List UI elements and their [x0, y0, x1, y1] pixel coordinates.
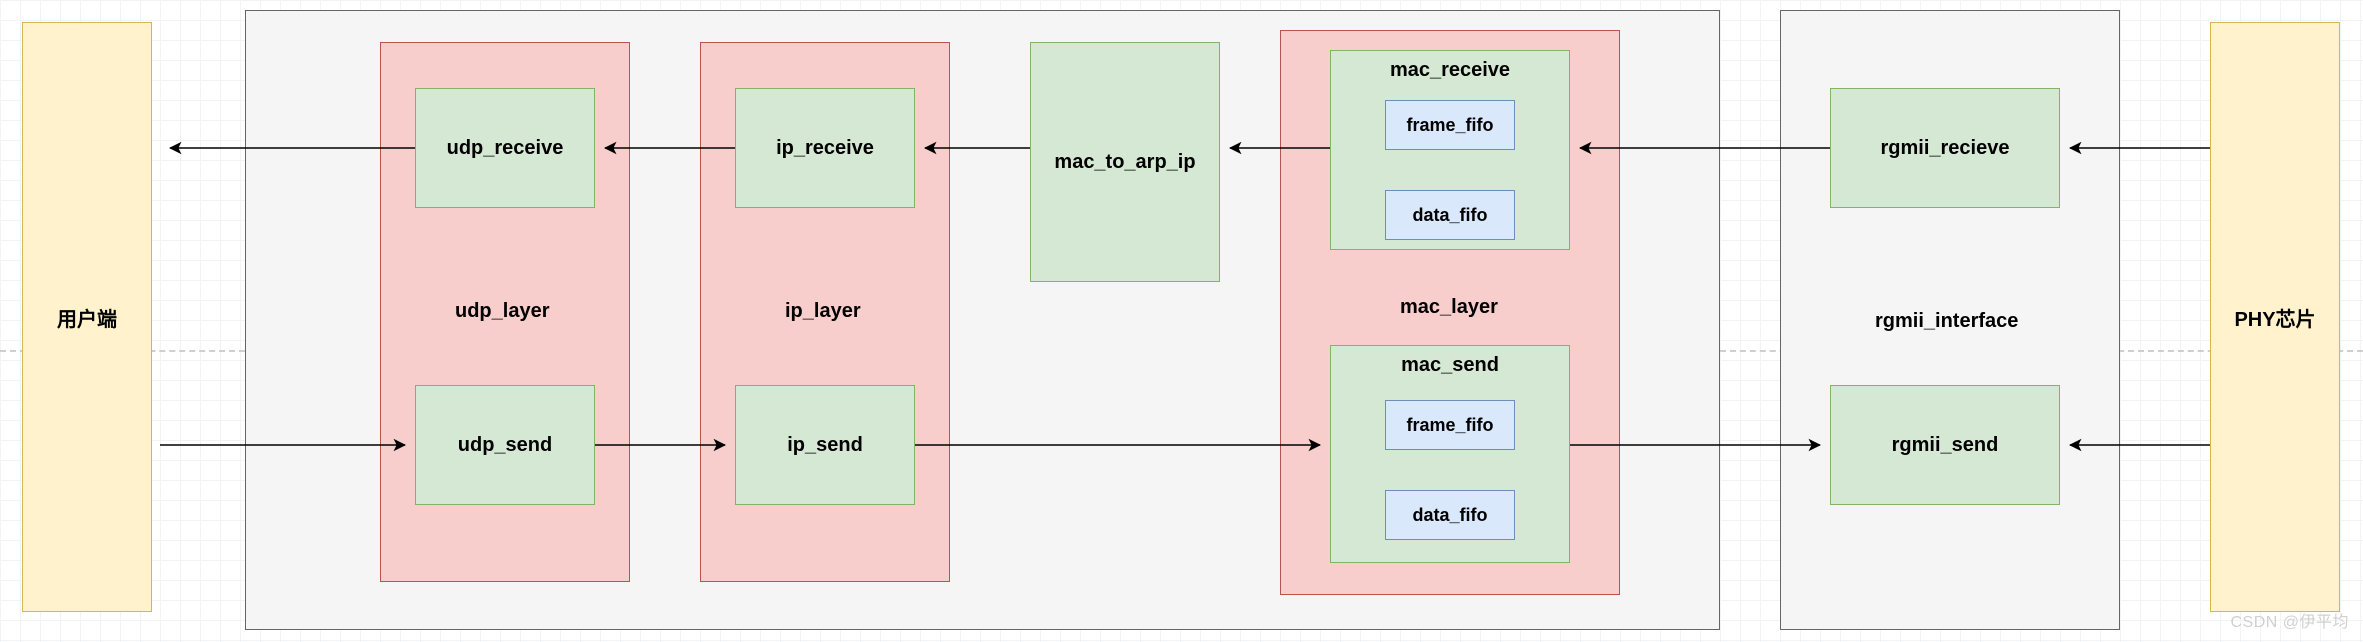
rgmii-receive-label: rgmii_recieve [1881, 137, 2010, 160]
diagram-canvas: 用户端 PHY芯片 udp_layer udp_receive udp_send… [0, 0, 2363, 642]
rgmii-send: rgmii_send [1830, 385, 2060, 505]
udp-send: udp_send [415, 385, 595, 505]
ip-receive-label: ip_receive [776, 137, 874, 160]
udp-layer-title: udp_layer [455, 300, 549, 323]
ip-layer-title: ip_layer [785, 300, 861, 323]
rgmii-interface-title: rgmii_interface [1875, 310, 2018, 333]
mac-send-label: mac_send [1401, 354, 1499, 377]
mac-to-arp-ip: mac_to_arp_ip [1030, 42, 1220, 282]
rgmii-send-label: rgmii_send [1892, 434, 1999, 457]
udp-receive-label: udp_receive [447, 137, 564, 160]
udp-receive: udp_receive [415, 88, 595, 208]
mac-receive-data-fifo: data_fifo [1385, 190, 1515, 240]
mac-to-arp-ip-label: mac_to_arp_ip [1054, 151, 1195, 174]
phy-endpoint-label: PHY芯片 [2234, 303, 2315, 332]
csdn-watermark: CSDN @伊平均 [2230, 608, 2349, 632]
mac-receive-frame-fifo-label: frame_fifo [1406, 115, 1493, 136]
mac-send-data-fifo: data_fifo [1385, 490, 1515, 540]
ip-send: ip_send [735, 385, 915, 505]
mac-layer-title: mac_layer [1400, 296, 1498, 319]
mac-send-frame-fifo-label: frame_fifo [1406, 415, 1493, 436]
ip-send-label: ip_send [787, 434, 863, 457]
mac-send-data-fifo-label: data_fifo [1412, 505, 1487, 526]
mac-receive-frame-fifo: frame_fifo [1385, 100, 1515, 150]
ip-receive: ip_receive [735, 88, 915, 208]
mac-receive-data-fifo-label: data_fifo [1412, 205, 1487, 226]
user-endpoint: 用户端 [22, 22, 152, 612]
mac-send-frame-fifo: frame_fifo [1385, 400, 1515, 450]
phy-endpoint: PHY芯片 [2210, 22, 2340, 612]
rgmii-receive: rgmii_recieve [1830, 88, 2060, 208]
mac-receive-label: mac_receive [1390, 59, 1510, 82]
udp-send-label: udp_send [458, 434, 552, 457]
user-endpoint-label: 用户端 [57, 303, 117, 332]
